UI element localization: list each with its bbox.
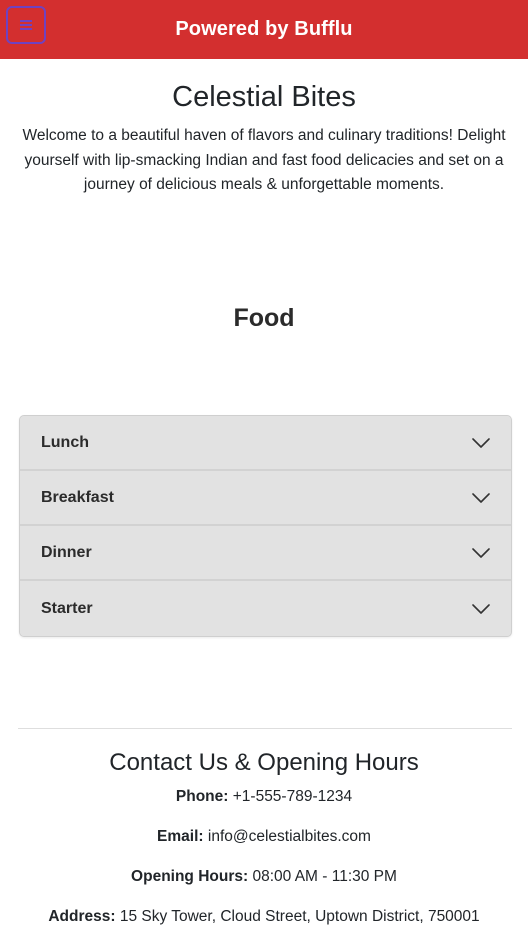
- menu-accordion: Lunch Breakfast Dinner Starter: [19, 415, 512, 637]
- accordion-label: Breakfast: [41, 488, 114, 506]
- menu-toggle-button[interactable]: [6, 6, 46, 44]
- accordion-label: Lunch: [41, 433, 89, 451]
- address-label: Address:: [48, 908, 116, 925]
- phone-value[interactable]: +1-555-789-1234: [233, 788, 352, 805]
- contact-hours: Opening Hours: 08:00 AM - 11:30 PM: [0, 866, 528, 888]
- restaurant-name: Celestial Bites: [172, 81, 356, 113]
- powered-by-text: Powered by Bufflu: [175, 18, 353, 40]
- chevron-down-icon: [472, 603, 490, 615]
- chevron-down-icon: [472, 492, 490, 504]
- hours-value: 08:00 AM - 11:30 PM: [252, 868, 397, 885]
- hamburger-menu-icon: [20, 20, 32, 30]
- accordion-label: Starter: [41, 599, 93, 617]
- contact-address: Address: 15 Sky Tower, Cloud Street, Upt…: [0, 906, 528, 928]
- welcome-text: Welcome to a beautiful haven of flavors …: [22, 127, 506, 193]
- accordion-item-lunch[interactable]: Lunch: [20, 416, 511, 471]
- chevron-down-icon: [472, 547, 490, 559]
- email-value[interactable]: info@celestialbites.com: [208, 828, 371, 845]
- accordion-item-starter[interactable]: Starter: [20, 581, 511, 636]
- contact-phone: Phone: +1-555-789-1234: [0, 786, 528, 808]
- menu-section-title: Food: [233, 304, 295, 332]
- phone-label: Phone:: [175, 788, 229, 805]
- accordion-item-breakfast[interactable]: Breakfast: [20, 471, 511, 526]
- accordion-item-dinner[interactable]: Dinner: [20, 526, 511, 581]
- accordion-label: Dinner: [41, 543, 92, 561]
- top-banner: Powered by Bufflu: [0, 0, 528, 59]
- contact-title: Contact Us & Opening Hours: [109, 749, 419, 776]
- contact-email: Email: info@celestialbites.com: [0, 826, 528, 848]
- email-label: Email:: [157, 828, 204, 845]
- address-value: 15 Sky Tower, Cloud Street, Uptown Distr…: [119, 908, 480, 925]
- hours-label: Opening Hours:: [131, 868, 249, 885]
- chevron-down-icon: [472, 437, 490, 449]
- section-divider: [18, 728, 512, 729]
